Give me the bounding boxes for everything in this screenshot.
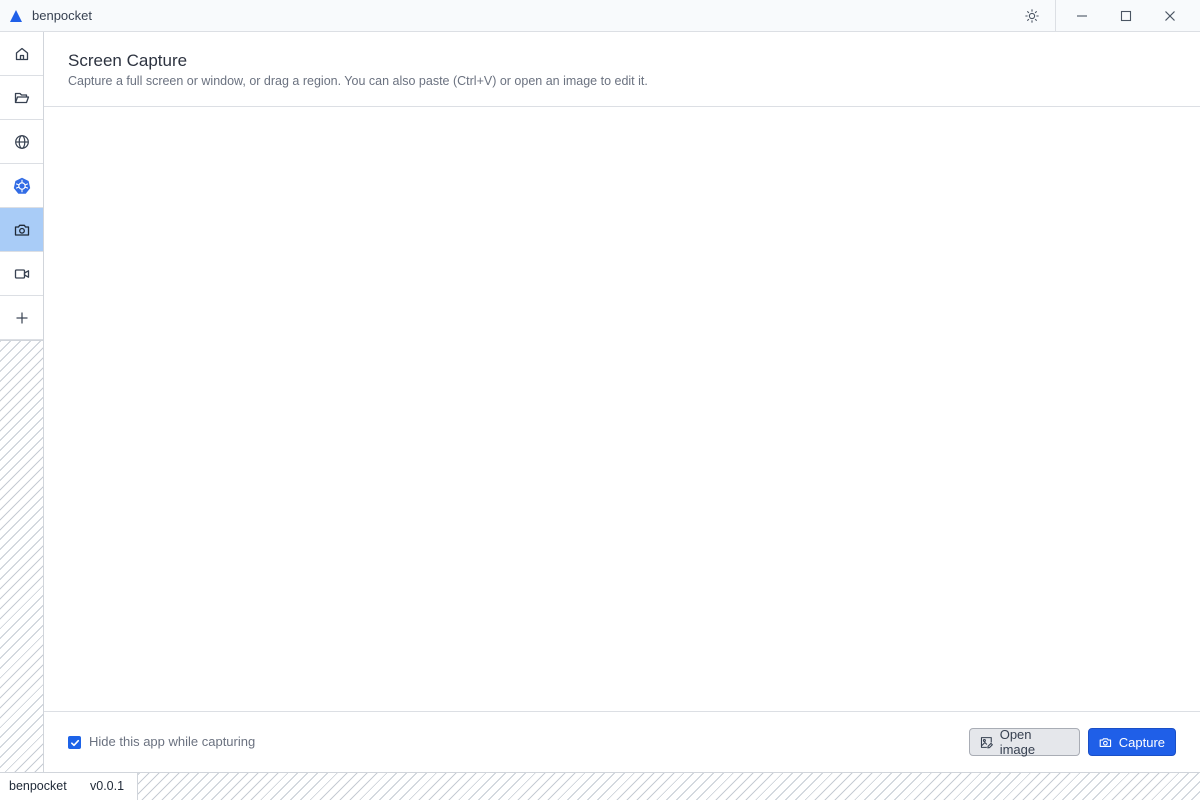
- status-app-info: benpocket v0.0.1: [0, 773, 138, 800]
- sidebar-item-home[interactable]: [0, 32, 43, 76]
- action-bar: Hide this app while capturing Open image…: [44, 711, 1200, 772]
- app-logo-icon: [10, 10, 22, 22]
- theme-toggle-button[interactable]: [1010, 0, 1054, 32]
- sidebar-item-web[interactable]: [0, 120, 43, 164]
- page-subtitle: Capture a full screen or window, or drag…: [68, 74, 648, 88]
- capture-label: Capture: [1118, 734, 1165, 750]
- home-icon: [15, 47, 28, 60]
- main-panel: Screen Capture Capture a full screen or …: [44, 32, 1200, 772]
- sidebar-item-files[interactable]: [0, 76, 43, 120]
- minimize-button[interactable]: [1060, 0, 1104, 32]
- maximize-button[interactable]: [1104, 0, 1148, 32]
- kubernetes-icon: [13, 177, 30, 194]
- image-edit-icon: [980, 736, 993, 748]
- capture-button[interactable]: Capture: [1088, 728, 1176, 756]
- open-image-button[interactable]: Open image: [969, 727, 1080, 757]
- capture-canvas[interactable]: [44, 108, 1200, 711]
- page-title: Screen Capture: [68, 51, 188, 70]
- title-bar: benpocket: [0, 0, 1200, 32]
- page-header: Screen Capture Capture a full screen or …: [44, 32, 1200, 107]
- video-icon: [14, 268, 29, 279]
- sidebar-item-video[interactable]: [0, 252, 43, 296]
- close-icon: [1165, 11, 1175, 21]
- status-version: v0.0.1: [90, 779, 125, 793]
- sun-icon: [1025, 9, 1039, 23]
- plus-icon: [16, 312, 27, 323]
- status-bar: benpocket v0.0.1: [0, 772, 1200, 800]
- close-button[interactable]: [1148, 0, 1192, 32]
- camera-icon: [14, 224, 29, 236]
- sidebar-item-kubernetes[interactable]: [0, 164, 43, 208]
- checkmark-icon: [70, 739, 79, 746]
- hide-app-checkbox-label[interactable]: Hide this app while capturing: [89, 734, 255, 749]
- camera-icon: [1099, 737, 1112, 747]
- minimize-icon: [1077, 15, 1087, 17]
- sidebar: [0, 32, 44, 772]
- open-image-label: Open image: [999, 727, 1036, 757]
- globe-icon: [14, 134, 29, 149]
- sidebar-item-add[interactable]: [0, 296, 43, 340]
- maximize-icon: [1120, 10, 1132, 22]
- folder-open-icon: [14, 92, 29, 103]
- status-app-name: benpocket: [9, 779, 67, 793]
- sidebar-empty-area: [0, 340, 43, 772]
- sidebar-item-screen-capture[interactable]: [0, 208, 43, 252]
- hide-app-checkbox[interactable]: [68, 736, 81, 749]
- titlebar-divider: [1055, 0, 1056, 32]
- app-title: benpocket: [32, 8, 92, 23]
